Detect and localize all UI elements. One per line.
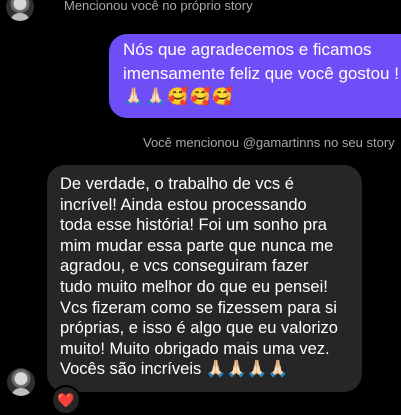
received-message-line: próprias, e isso é algo que eu valorizo xyxy=(60,319,338,338)
heart-reaction-icon[interactable]: ❤️ xyxy=(51,385,81,415)
received-message-line: tudo muito melhor do que eu pensei! xyxy=(60,277,328,296)
received-message-line: muito! Muito obrigado mais uma vez. xyxy=(60,339,330,358)
received-message-line: Vcs fizeram como se fizessem para si xyxy=(60,298,337,317)
received-message-line: Vocês são incríveis 🙏🏻🙏🏻🙏🏻🙏🏻 xyxy=(60,360,288,379)
sender-avatar[interactable] xyxy=(6,0,34,21)
received-message-line: toda esse história! Foi um sonho pra xyxy=(60,216,327,235)
received-message-line: mim mudar essa parte que nunca me xyxy=(60,236,334,255)
sent-message-bubble[interactable]: Nós que agradecemos e ficamos imensament… xyxy=(109,34,401,118)
sender-avatar[interactable] xyxy=(7,368,35,396)
sent-message-line: imensamente feliz que você gostou ! xyxy=(123,64,399,83)
story-mention-label: Você mencionou @gamartinns no seu story xyxy=(143,135,395,150)
received-message-line: De verdade, o trabalho de vcs é xyxy=(60,175,294,193)
received-message-bubble[interactable]: De verdade, o trabalho de vcs é incrível… xyxy=(47,165,362,392)
sent-message-line: Nós que agradecemos e ficamos xyxy=(123,40,372,59)
sent-message-emojis: 🙏🏻🙏🏻🥰🥰🥰 xyxy=(123,87,234,106)
received-message-line: agradou, e vcs conseguiram fazer xyxy=(60,257,309,276)
received-message-line: incrível! Ainda estou processando xyxy=(60,195,307,214)
story-mention-label: Mencionou você no próprio story xyxy=(64,0,253,13)
